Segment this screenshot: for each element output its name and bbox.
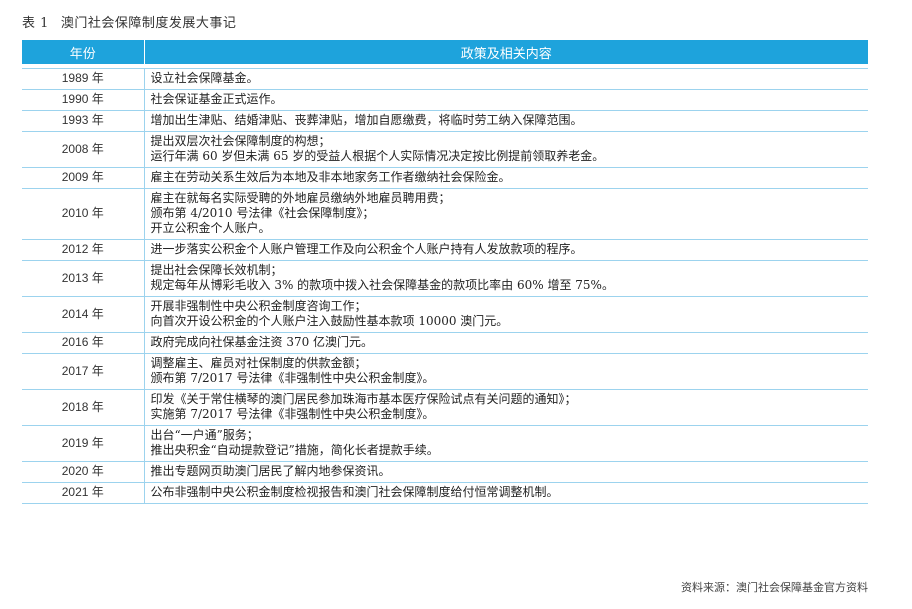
table-caption: 表 1 澳门社会保障制度发展大事记	[22, 12, 236, 31]
table-row: 2018 年印发《关于常住横琴的澳门居民参加珠海市基本医疗保险试点有关问题的通知…	[22, 389, 868, 426]
table-row: 1990 年社会保证基金正式运作。	[22, 89, 868, 111]
row-content-line: 社会保证基金正式运作。	[150, 92, 283, 106]
row-content-line: 提出社会保障长效机制；	[150, 263, 283, 277]
row-content-line: 向首次开设公积金的个人账户注入鼓励性基本款项 10000 澳门元。	[150, 314, 509, 328]
table-row: 1993 年增加出生津贴、结婚津贴、丧葬津贴，增加自愿缴费，将临时劳工纳入保障范…	[22, 110, 868, 132]
table-row: 2016 年政府完成向社保基金注资 370 亿澳门元。	[22, 332, 868, 354]
row-year: 2021 年	[22, 482, 145, 504]
row-content: 调整雇主、雇员对社保制度的供款金额； 颁布第 7/2017 号法律《非强制性中央公…	[144, 353, 868, 390]
row-content: 雇主在就每名实际受聘的外地雇员缴纳外地雇员聘用费； 颁布第 4/2010 号法律《…	[144, 188, 868, 240]
row-content-line: 开立公积金个人账户。	[150, 221, 271, 235]
source-note: 资料来源：澳门社会保障基金官方资料	[681, 581, 868, 594]
row-content-line: 设立社会保障基金。	[150, 71, 259, 85]
row-year: 2013 年	[22, 260, 145, 297]
row-year: 2018 年	[22, 389, 145, 426]
table-row: 2012 年进一步落实公积金个人账户管理工作及向公积金个人账户持有人发放款项的程…	[22, 239, 868, 261]
table-row: 1989 年设立社会保障基金。	[22, 68, 868, 90]
row-year: 2019 年	[22, 425, 145, 462]
row-content-line: 实施第 7/2017 号法律《非强制性中央公积金制度》。	[150, 407, 435, 421]
row-content-line: 规定每年从博彩毛收入 3% 的款项中拨入社会保障基金的款项比率由 60% 增至 …	[150, 278, 614, 292]
row-content: 出台“一户通”服务； 推出央积金“自动提款登记”措施，简化长者提款手续。	[144, 425, 868, 462]
row-content-line: 颁布第 4/2010 号法律《社会保障制度》；	[150, 206, 375, 220]
row-content: 社会保证基金正式运作。	[144, 89, 868, 111]
header-year: 年份	[22, 40, 145, 64]
row-year: 2010 年	[22, 188, 145, 240]
row-content-line: 出台“一户通”服务；	[150, 428, 259, 442]
table-number: 表 1	[22, 16, 49, 31]
row-year: 1993 年	[22, 110, 145, 132]
table-row: 2021 年公布非强制中央公积金制度检视报告和澳门社会保障制度给付恒常调整机制。	[22, 482, 868, 504]
row-content: 增加出生津贴、结婚津贴、丧葬津贴，增加自愿缴费，将临时劳工纳入保障范围。	[144, 110, 868, 132]
row-content: 政府完成向社保基金注资 370 亿澳门元。	[144, 332, 868, 354]
header-content: 政策及相关内容	[144, 40, 868, 64]
row-content: 提出双层次社会保障制度的构想； 运行年满 60 岁但未满 65 岁的受益人根据个人…	[144, 131, 868, 168]
row-content-line: 调整雇主、雇员对社保制度的供款金额；	[150, 356, 367, 370]
row-year: 2017 年	[22, 353, 145, 390]
table-title: 澳门社会保障制度发展大事记	[60, 16, 237, 31]
table-row: 2020 年推出专题网页助澳门居民了解内地参保资讯。	[22, 461, 868, 483]
table-row: 2009 年雇主在劳动关系生效后为本地及非本地家务工作者缴纳社会保险金。	[22, 167, 868, 189]
row-content-line: 推出央积金“自动提款登记”措施，简化长者提款手续。	[150, 443, 439, 457]
table-row: 2017 年调整雇主、雇员对社保制度的供款金额； 颁布第 7/2017 号法律《非…	[22, 353, 868, 390]
row-content-line: 颁布第 7/2017 号法律《非强制性中央公积金制度》。	[150, 371, 435, 385]
row-year: 2020 年	[22, 461, 145, 483]
row-content-line: 进一步落实公积金个人账户管理工作及向公积金个人账户持有人发放款项的程序。	[150, 242, 583, 256]
row-year: 2016 年	[22, 332, 145, 354]
row-year: 2008 年	[22, 131, 145, 168]
row-content-line: 开展非强制性中央公积金制度咨询工作；	[150, 299, 367, 313]
table-row: 2010 年雇主在就每名实际受聘的外地雇员缴纳外地雇员聘用费； 颁布第 4/201…	[22, 188, 868, 240]
row-year: 2012 年	[22, 239, 145, 261]
row-content: 进一步落实公积金个人账户管理工作及向公积金个人账户持有人发放款项的程序。	[144, 239, 868, 261]
events-table: 年份 政策及相关内容 1989 年设立社会保障基金。 1990 年社会保证基金正式…	[22, 40, 868, 504]
row-content: 公布非强制中央公积金制度检视报告和澳门社会保障制度给付恒常调整机制。	[144, 482, 868, 504]
row-content: 提出社会保障长效机制； 规定每年从博彩毛收入 3% 的款项中拨入社会保障基金的款项…	[144, 260, 868, 297]
row-content: 开展非强制性中央公积金制度咨询工作； 向首次开设公积金的个人账户注入鼓励性基本款项…	[144, 296, 868, 333]
table-row: 2013 年提出社会保障长效机制； 规定每年从博彩毛收入 3% 的款项中拨入社会保…	[22, 260, 868, 297]
table-header-row: 年份 政策及相关内容	[22, 40, 868, 64]
row-content: 设立社会保障基金。	[144, 68, 868, 90]
row-year: 2014 年	[22, 296, 145, 333]
row-content-line: 推出专题网页助澳门居民了解内地参保资讯。	[150, 464, 391, 478]
row-content: 雇主在劳动关系生效后为本地及非本地家务工作者缴纳社会保险金。	[144, 167, 868, 189]
row-content-line: 政府完成向社保基金注资 370 亿澳门元。	[150, 335, 374, 349]
row-content-line: 提出双层次社会保障制度的构想；	[150, 134, 331, 148]
row-content: 推出专题网页助澳门居民了解内地参保资讯。	[144, 461, 868, 483]
row-content-line: 雇主在就每名实际受聘的外地雇员缴纳外地雇员聘用费；	[150, 191, 451, 205]
table-row: 2014 年开展非强制性中央公积金制度咨询工作； 向首次开设公积金的个人账户注入鼓…	[22, 296, 868, 333]
row-content-line: 运行年满 60 岁但未满 65 岁的受益人根据个人实际情况决定按比例提前领取养老…	[150, 149, 605, 163]
table-row: 2019 年出台“一户通”服务； 推出央积金“自动提款登记”措施，简化长者提款手续…	[22, 425, 868, 462]
row-year: 2009 年	[22, 167, 145, 189]
row-year: 1990 年	[22, 89, 145, 111]
table-row: 2008 年提出双层次社会保障制度的构想； 运行年满 60 岁但未满 65 岁的受…	[22, 131, 868, 168]
row-content-line: 雇主在劳动关系生效后为本地及非本地家务工作者缴纳社会保险金。	[150, 170, 511, 184]
row-content-line: 公布非强制中央公积金制度检视报告和澳门社会保障制度给付恒常调整机制。	[150, 485, 559, 499]
row-content-line: 印发《关于常住横琴的澳门居民参加珠海市基本医疗保险试点有关问题的通知》；	[150, 392, 577, 406]
table-body: 1989 年设立社会保障基金。 1990 年社会保证基金正式运作。 1993 年增加…	[22, 64, 868, 504]
row-content-line: 增加出生津贴、结婚津贴、丧葬津贴，增加自愿缴费，将临时劳工纳入保障范围。	[150, 113, 583, 127]
row-content: 印发《关于常住横琴的澳门居民参加珠海市基本医疗保险试点有关问题的通知》； 实施第 …	[144, 389, 868, 426]
row-year: 1989 年	[22, 68, 145, 90]
